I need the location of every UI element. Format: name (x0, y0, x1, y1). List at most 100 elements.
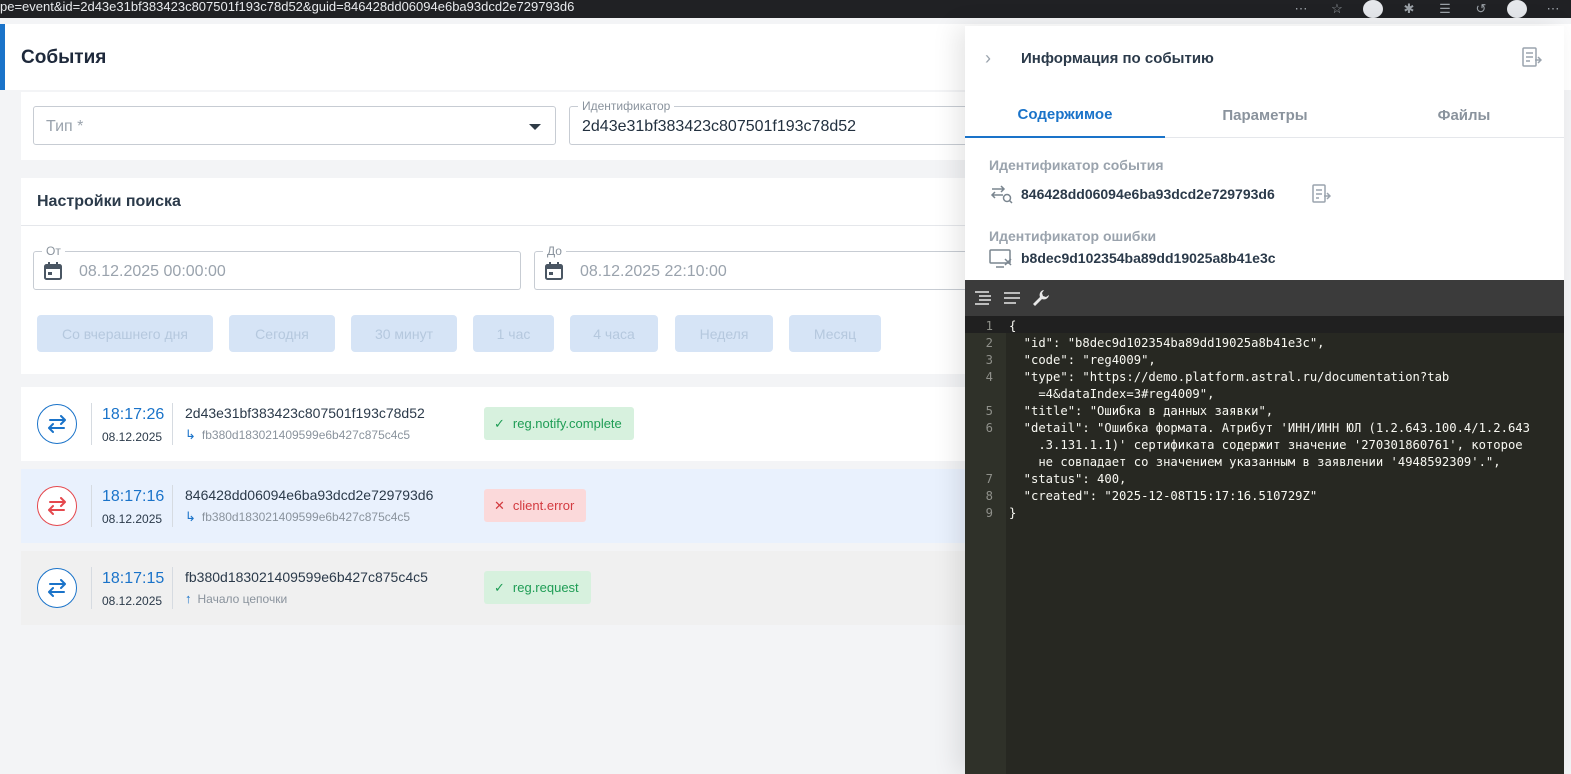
star-icon[interactable]: ☆ (1327, 1, 1347, 17)
type-select[interactable]: Тип * (33, 106, 556, 145)
event-info-panel: › Информация по событию Содержимое Парам… (965, 26, 1564, 774)
date-from-field[interactable]: От 08.12.2025 00:00:00 (33, 244, 521, 290)
tab-parameters[interactable]: Параметры (1165, 92, 1365, 138)
event-parent[interactable]: ↳ fb380d183021409599e6b427c875c4c5 (185, 509, 410, 525)
tab-files[interactable]: Файлы (1364, 92, 1564, 138)
line-number: 6 (985, 421, 993, 435)
event-id-value[interactable]: 846428dd06094e6ba93dcd2e729793d6 (1021, 186, 1275, 202)
tab-content[interactable]: Содержимое (965, 92, 1165, 138)
line-number: 5 (985, 404, 993, 418)
separator (172, 403, 173, 445)
line-number: 7 (985, 472, 993, 486)
event-id[interactable]: fb380d183021409599e6b427c875c4c5 (185, 569, 428, 585)
browser-toolbar: ⋯ ☆ ✱ ☰ ↺ ⋯ (1291, 0, 1563, 18)
history-icon[interactable]: ↺ (1471, 1, 1491, 17)
calendar-icon[interactable] (44, 262, 62, 280)
check-icon: ✓ (494, 579, 505, 595)
divider (21, 225, 1021, 226)
date-to-value[interactable]: 08.12.2025 22:10:00 (580, 263, 727, 281)
page-title: События (21, 47, 107, 68)
event-row[interactable]: 18:17:15 08.12.2025 fb380d183021409599e6… (21, 551, 1021, 625)
panel-tabs: Содержимое Параметры Файлы (965, 92, 1564, 138)
event-id-label: Идентификатор события (989, 157, 1164, 173)
date-from-label: От (42, 244, 65, 258)
code-line: } (1009, 506, 1017, 520)
identifier-field[interactable]: Идентификатор 2d43e31bf383423c807501f193… (569, 99, 1021, 145)
return-arrow-icon: ↳ (185, 509, 196, 524)
code-line: "id": "b8dec9d102354ba89dd19025a8b41e3c"… (1009, 336, 1325, 350)
event-exchange-error-icon (37, 486, 77, 526)
code-line: "title": "Ошибка в данных заявки", (1009, 404, 1274, 418)
error-id-label: Идентификатор ошибки (989, 228, 1157, 244)
url-text[interactable]: pe=event&id=2d43e31bf383423c807501f193c7… (0, 0, 574, 14)
event-parent[interactable]: ↳ fb380d183021409599e6b427c875c4c5 (185, 427, 410, 443)
separator (91, 485, 92, 527)
preset-week-button[interactable]: Неделя (675, 315, 773, 352)
panel-title: Информация по событию (1021, 50, 1214, 67)
preset-since-yesterday-button[interactable]: Со вчерашнего дня (37, 315, 213, 352)
date-to-field[interactable]: До 08.12.2025 22:10:00 (534, 244, 1021, 290)
line-number: 4 (985, 370, 993, 384)
separator (172, 567, 173, 609)
copy-icon[interactable] (1311, 183, 1331, 205)
event-date: 08.12.2025 (102, 512, 163, 526)
preset-4hours-button[interactable]: 4 часа (570, 315, 658, 352)
code-line: "type": "https://demo.platform.astral.ru… (1009, 370, 1450, 384)
monitor-error-icon (989, 249, 1012, 268)
cross-icon: ✕ (494, 497, 505, 513)
code-line: "created": "2025-12-08T15:17:16.510729Z" (1009, 489, 1318, 503)
event-row-selected[interactable]: 18:17:16 08.12.2025 846428dd06094e6ba93d… (21, 469, 1021, 543)
identifier-value[interactable]: 2d43e31bf383423c807501f193c78d52 (582, 118, 856, 136)
preset-month-button[interactable]: Месяц (789, 315, 881, 352)
puzzle-icon[interactable]: ✱ (1399, 1, 1419, 17)
status-badge-label: reg.request (512, 580, 579, 595)
format-icon[interactable] (973, 288, 993, 308)
chain-start-label: Начало цепочки (197, 591, 288, 606)
event-time: 18:17:15 (102, 570, 165, 587)
separator (172, 485, 173, 527)
line-number: 8 (985, 489, 993, 503)
compact-icon[interactable] (1002, 288, 1022, 308)
line-number: 9 (985, 506, 993, 520)
event-row[interactable]: 18:17:26 08.12.2025 2d43e31bf383423c8075… (21, 387, 1021, 461)
code-line: "detail": "Ошибка формата. Атрибут 'ИНН/… (1009, 421, 1530, 435)
event-date: 08.12.2025 (102, 594, 163, 608)
preset-today-button[interactable]: Сегодня (229, 315, 335, 352)
menu-dots-icon[interactable]: ⋯ (1543, 1, 1563, 17)
status-badge-label: reg.notify.complete (512, 416, 622, 431)
more-icon[interactable]: ⋯ (1291, 1, 1311, 17)
document-export-icon[interactable] (1520, 46, 1542, 68)
event-time: 18:17:26 (102, 406, 165, 423)
wrench-icon[interactable] (1031, 288, 1051, 308)
event-id[interactable]: 846428dd06094e6ba93dcd2e729793d6 (185, 487, 433, 503)
favorites-icon[interactable]: ☰ (1435, 1, 1455, 17)
line-number: 2 (985, 336, 993, 350)
search-settings-title: Настройки поиска (37, 193, 181, 210)
code-line: { (1009, 319, 1017, 333)
status-badge: ✓ reg.request (484, 571, 591, 604)
preset-30min-button[interactable]: 30 минут (351, 315, 457, 352)
event-time: 18:17:16 (102, 488, 165, 505)
calendar-icon[interactable] (545, 262, 563, 280)
identifier-label: Идентификатор (578, 99, 675, 113)
code-line: .3.131.1.1)' сертификата содержит значен… (1009, 438, 1523, 452)
arrow-up-icon: ↑ (185, 591, 192, 606)
date-to-label: До (543, 244, 566, 258)
profile-avatar[interactable] (1507, 0, 1527, 18)
chevron-down-icon[interactable] (529, 124, 541, 130)
json-code-editor[interactable]: 1 { 2 "id": "b8dec9d102354ba89dd19025a8b… (965, 280, 1564, 774)
error-id-value[interactable]: b8dec9d102354ba89dd19025a8b41e3c (1021, 250, 1276, 266)
extension-avatar-icon[interactable] (1363, 0, 1383, 18)
chevron-right-icon[interactable]: › (985, 48, 991, 69)
status-badge: ✕ client.error (484, 489, 587, 522)
return-arrow-icon: ↳ (185, 427, 196, 442)
date-from-value[interactable]: 08.12.2025 00:00:00 (79, 263, 226, 281)
status-badge-label: client.error (512, 498, 575, 513)
code-line: не совпадает со значением указанным в за… (1009, 455, 1501, 469)
separator (91, 567, 92, 609)
preset-1hour-button[interactable]: 1 час (473, 315, 554, 352)
browser-address-bar: pe=event&id=2d43e31bf383423c807501f193c7… (0, 0, 1571, 18)
active-line-highlight (965, 316, 1564, 333)
event-id[interactable]: 2d43e31bf383423c807501f193c78d52 (185, 405, 425, 421)
exchange-search-icon (990, 185, 1013, 204)
